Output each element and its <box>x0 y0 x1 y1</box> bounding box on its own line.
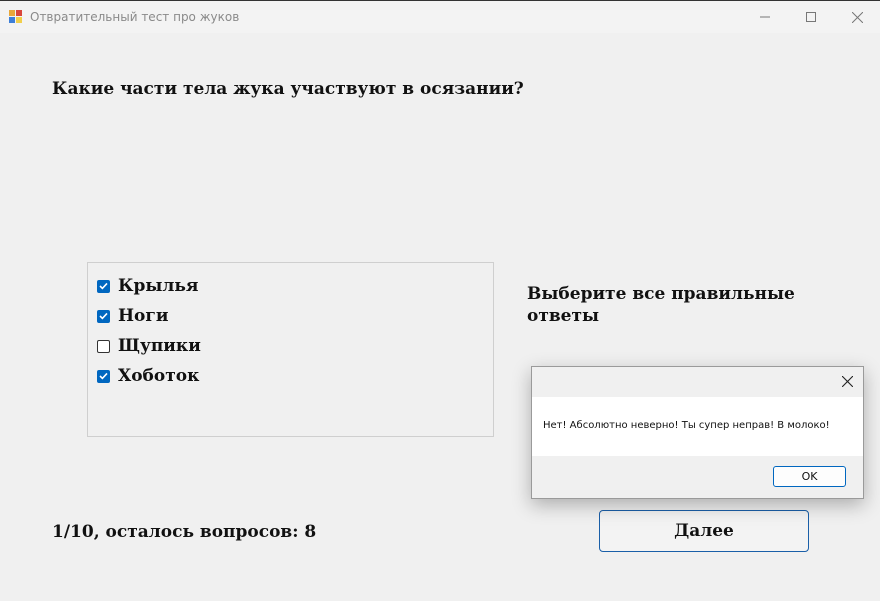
checkbox-checked[interactable] <box>97 309 110 323</box>
message-box: Нет! Абсолютно неверно! Ты супер неправ!… <box>531 366 864 499</box>
checkbox-unchecked[interactable] <box>97 339 110 353</box>
options-group: Крылья Ноги Щупики Хоботок <box>87 262 494 437</box>
next-button[interactable]: Далее <box>599 510 809 552</box>
hint-text: Выберите все правильные ответы <box>527 284 795 326</box>
question-text: Какие части тела жука участвуют в осязан… <box>52 79 524 99</box>
progress-text: 1/10, осталось вопросов: 8 <box>52 522 317 542</box>
option-label[interactable]: Ноги <box>118 306 168 326</box>
option-item[interactable]: Щупики <box>97 334 201 358</box>
close-icon <box>851 11 863 23</box>
close-button[interactable] <box>834 1 880 33</box>
message-body: Нет! Абсолютно неверно! Ты супер неправ!… <box>532 397 863 456</box>
option-item[interactable]: Хоботок <box>97 364 199 388</box>
option-item[interactable]: Крылья <box>97 274 198 298</box>
option-label[interactable]: Крылья <box>118 276 198 296</box>
minimize-icon <box>760 16 770 18</box>
maximize-icon <box>806 12 816 22</box>
checkbox-checked[interactable] <box>97 279 110 293</box>
maximize-button[interactable] <box>788 1 834 33</box>
message-text: Нет! Абсолютно неверно! Ты супер неправ!… <box>543 420 830 431</box>
close-icon <box>841 375 853 387</box>
ok-button[interactable]: OK <box>773 466 846 487</box>
window-title: Отвратительный тест про жуков <box>30 10 240 24</box>
message-close-button[interactable] <box>831 367 863 395</box>
option-item[interactable]: Ноги <box>97 304 168 328</box>
title-bar: Отвратительный тест про жуков <box>0 0 880 33</box>
option-label[interactable]: Щупики <box>118 336 201 356</box>
option-label[interactable]: Хоботок <box>118 366 199 386</box>
app-icon <box>9 10 22 23</box>
checkbox-checked[interactable] <box>97 369 110 383</box>
minimize-button[interactable] <box>742 1 788 33</box>
